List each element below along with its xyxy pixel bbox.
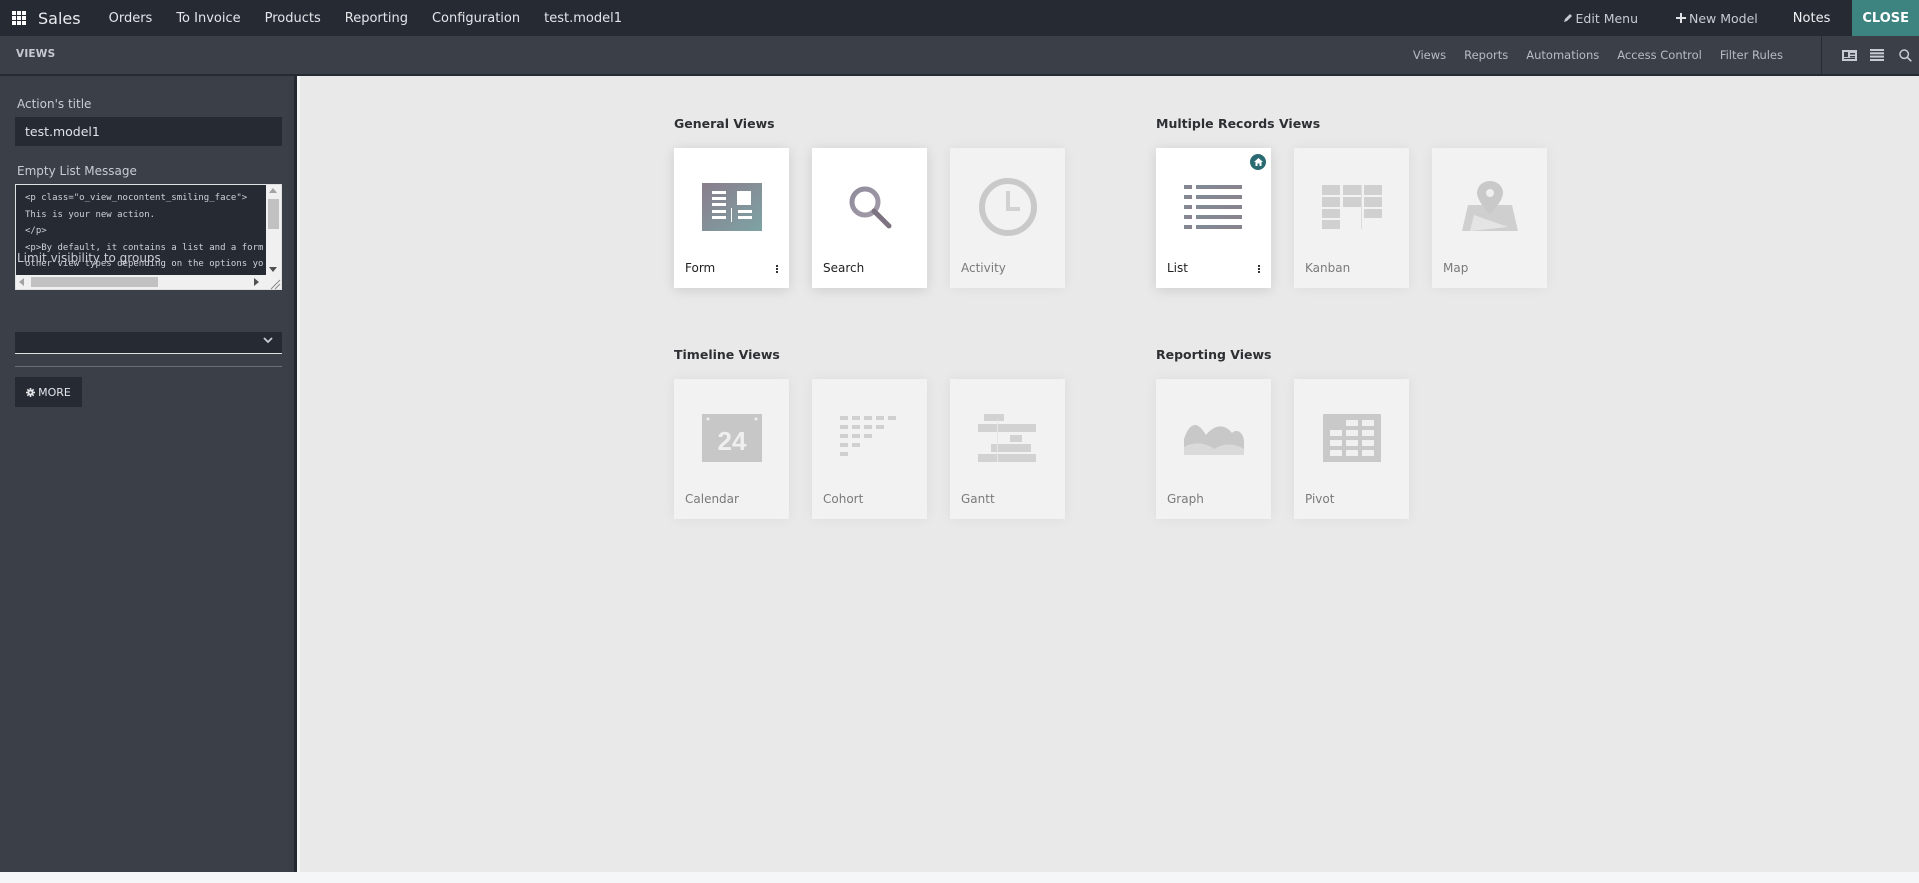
view-card-activity[interactable]: Activity xyxy=(950,148,1065,288)
scroll-right-arrow-icon[interactable] xyxy=(254,278,259,286)
close-studio-button[interactable]: CLOSE xyxy=(1852,0,1919,36)
code-line: <p class="o_view_nocontent_smiling_face"… xyxy=(25,193,248,203)
pencil-icon xyxy=(1563,14,1572,22)
more-button[interactable]: MORE xyxy=(15,377,82,407)
list-lines-icon[interactable] xyxy=(1869,48,1885,62)
studio-subheader: VIEWS Views Reports Automations Access C… xyxy=(0,36,1919,76)
edit-menu-label: Edit Menu xyxy=(1575,10,1639,26)
calendar-day-number: 24 xyxy=(717,426,746,456)
vertical-scroll-thumb[interactable] xyxy=(268,199,279,229)
group-title-general: General Views xyxy=(674,116,775,131)
resize-grip-icon[interactable] xyxy=(266,275,281,290)
scroll-down-arrow-icon[interactable] xyxy=(269,267,277,272)
activity-clock-icon xyxy=(950,176,1065,238)
studio-actions: Edit Menu New Model Notes CLOSE xyxy=(1544,0,1919,36)
new-model-label: New Model xyxy=(1689,10,1758,26)
map-pin-icon xyxy=(1432,176,1547,238)
view-label: Gantt xyxy=(961,492,995,506)
edit-menu-button[interactable]: Edit Menu xyxy=(1544,11,1658,26)
view-card-pivot[interactable]: Pivot xyxy=(1294,379,1409,519)
default-view-home-icon xyxy=(1250,154,1266,170)
view-label: Map xyxy=(1443,261,1469,275)
breadcrumb-views: VIEWS xyxy=(16,48,56,60)
view-card-graph[interactable]: Graph xyxy=(1156,379,1271,519)
scroll-left-arrow-icon[interactable] xyxy=(19,278,24,286)
kebab-menu-icon[interactable] xyxy=(1258,265,1260,273)
menu-configuration[interactable]: Configuration xyxy=(420,11,532,26)
top-navbar: Sales Orders To Invoice Products Reporti… xyxy=(0,0,1919,36)
view-card-calendar[interactable]: 24 Calendar xyxy=(674,379,789,519)
view-card-kanban[interactable]: Kanban xyxy=(1294,148,1409,288)
sidebar-divider xyxy=(15,366,282,367)
view-label: Cohort xyxy=(823,492,864,506)
groups-label: Limit visibility to groups xyxy=(17,251,161,265)
view-label: Activity xyxy=(961,261,1006,275)
kebab-menu-icon[interactable] xyxy=(776,265,778,273)
list-view-icon xyxy=(1156,176,1271,238)
form-view-icon xyxy=(674,176,789,238)
app-menu-grid-icon[interactable] xyxy=(12,11,26,25)
studio-tabs: Views Reports Automations Access Control… xyxy=(1404,36,1792,74)
search-icon[interactable] xyxy=(1897,48,1913,62)
scroll-up-arrow-icon[interactable] xyxy=(269,188,277,193)
group-title-multiple-records: Multiple Records Views xyxy=(1156,116,1321,131)
notes-button[interactable]: Notes xyxy=(1777,11,1847,26)
menu-test-model1[interactable]: test.model1 xyxy=(532,11,634,26)
code-line: </p> xyxy=(25,226,47,236)
action-title-label: Action's title xyxy=(17,97,92,111)
menu-to-invoice[interactable]: To Invoice xyxy=(164,11,252,26)
kanban-view-icon xyxy=(1294,176,1409,238)
view-card-form[interactable]: Form xyxy=(674,148,789,288)
code-line: This is your new action. xyxy=(25,209,156,220)
graph-view-icon xyxy=(1156,407,1271,469)
view-card-gantt[interactable]: Gantt xyxy=(950,379,1065,519)
group-title-timeline: Timeline Views xyxy=(674,347,780,362)
app-brand[interactable]: Sales xyxy=(38,9,81,28)
group-title-reporting: Reporting Views xyxy=(1156,347,1272,362)
groups-select[interactable] xyxy=(15,332,282,354)
view-label: Pivot xyxy=(1305,492,1335,506)
bottom-strip xyxy=(0,872,1919,883)
view-label: Form xyxy=(685,261,716,275)
studio-sidebar: Action's title test.model1 Empty List Me… xyxy=(0,76,297,872)
menu-orders[interactable]: Orders xyxy=(97,11,165,26)
new-model-button[interactable]: New Model xyxy=(1657,11,1777,26)
horizontal-scrollbar[interactable] xyxy=(16,275,281,289)
calendar-view-icon: 24 xyxy=(674,407,789,469)
plus-icon xyxy=(1676,13,1687,23)
view-card-search[interactable]: Search xyxy=(812,148,927,288)
views-main-area: General Views Form Search Activity Multi xyxy=(300,76,1919,872)
subheader-divider xyxy=(1821,36,1822,74)
properties-card-icon[interactable] xyxy=(1841,48,1857,62)
tab-automations[interactable]: Automations xyxy=(1517,48,1608,62)
chevron-down-icon xyxy=(263,337,273,344)
empty-list-message-textarea[interactable]: <p class="o_view_nocontent_smiling_face"… xyxy=(15,184,282,290)
action-title-input[interactable]: test.model1 xyxy=(15,117,282,146)
tab-views[interactable]: Views xyxy=(1404,48,1455,62)
subheader-icons xyxy=(1841,36,1919,74)
gear-icon xyxy=(26,387,36,397)
view-label: List xyxy=(1167,261,1188,275)
view-label: Calendar xyxy=(685,492,739,506)
menu-products[interactable]: Products xyxy=(253,11,333,26)
horizontal-scroll-thumb[interactable] xyxy=(31,277,158,287)
cohort-view-icon xyxy=(812,407,927,469)
view-card-cohort[interactable]: Cohort xyxy=(812,379,927,519)
more-button-label: MORE xyxy=(38,385,71,399)
view-label: Search xyxy=(823,261,865,275)
vertical-scrollbar[interactable] xyxy=(266,185,281,275)
tab-filter-rules[interactable]: Filter Rules xyxy=(1711,48,1792,62)
view-card-list[interactable]: List xyxy=(1156,148,1271,288)
view-label: Kanban xyxy=(1305,261,1351,275)
view-label: Graph xyxy=(1167,492,1204,506)
tab-reports[interactable]: Reports xyxy=(1455,48,1517,62)
menu-reporting[interactable]: Reporting xyxy=(333,11,420,26)
gantt-view-icon xyxy=(950,407,1065,469)
pivot-view-icon xyxy=(1294,407,1409,469)
view-card-map[interactable]: Map xyxy=(1432,148,1547,288)
search-view-icon xyxy=(812,176,927,238)
tab-access-control[interactable]: Access Control xyxy=(1608,48,1711,62)
empty-list-message-label: Empty List Message xyxy=(17,164,137,178)
